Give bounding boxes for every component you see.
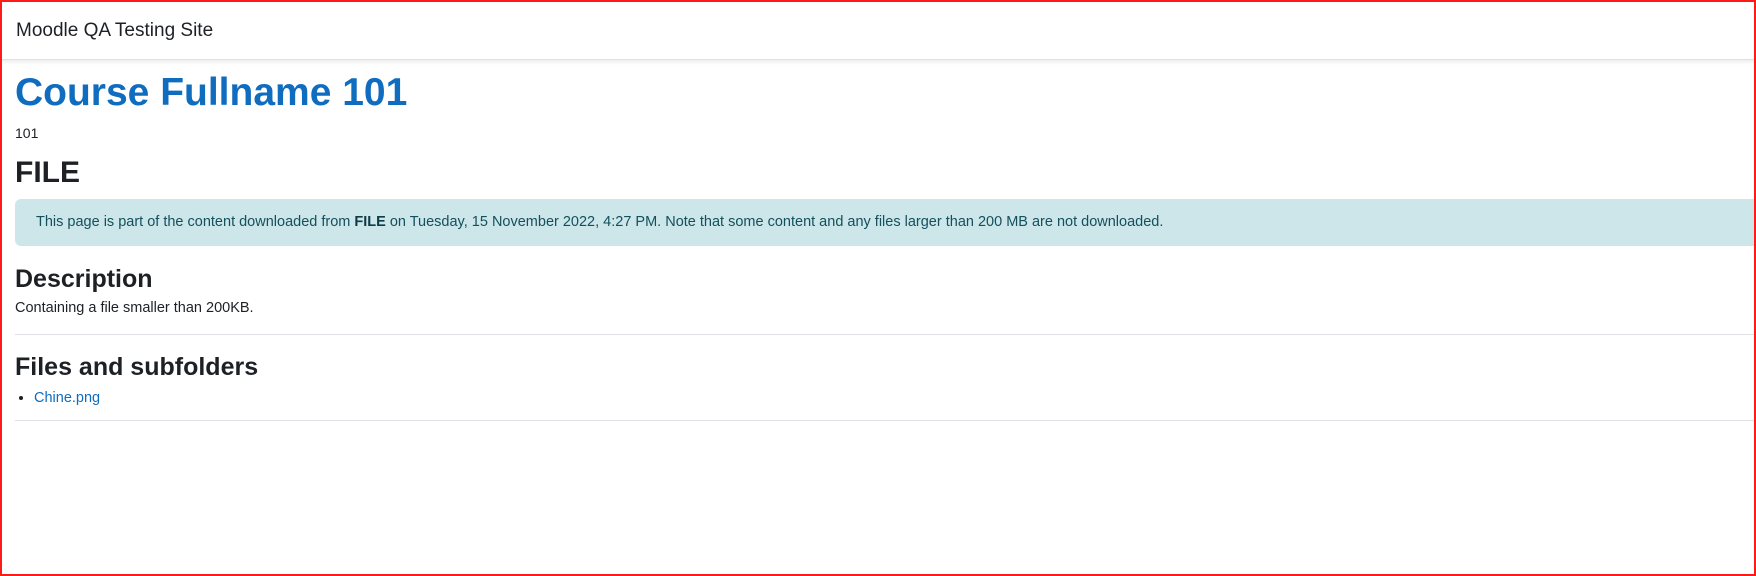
main-content: Course Fullname 101 101 FILE This page i… bbox=[2, 60, 1754, 421]
activity-title: FILE bbox=[15, 155, 80, 189]
course-shortname: 101 bbox=[15, 124, 39, 141]
list-item: Chine.png bbox=[34, 390, 1754, 406]
download-notice: This page is part of the content downloa… bbox=[15, 198, 1754, 246]
file-link-chine[interactable]: Chine.png bbox=[34, 390, 100, 406]
notice-suffix: on Tuesday, 15 November 2022, 4:27 PM. N… bbox=[385, 214, 1164, 231]
page-frame: Moodle QA Testing Site Course Fullname 1… bbox=[0, 0, 1756, 576]
section-divider-bottom bbox=[15, 419, 1754, 421]
site-name-link[interactable]: Moodle QA Testing Site bbox=[16, 20, 213, 42]
files-heading: Files and subfolders bbox=[15, 352, 259, 381]
notice-prefix: This page is part of the content downloa… bbox=[36, 214, 355, 231]
course-title-link[interactable]: Course Fullname 101 bbox=[15, 70, 407, 117]
notice-activity-name: FILE bbox=[354, 214, 386, 231]
file-list: Chine.png bbox=[15, 390, 1754, 406]
section-divider bbox=[15, 333, 1754, 335]
description-text: Containing a file smaller than 200KB. bbox=[15, 299, 254, 316]
top-navbar: Moodle QA Testing Site bbox=[2, 2, 1754, 60]
description-heading: Description bbox=[15, 264, 153, 293]
